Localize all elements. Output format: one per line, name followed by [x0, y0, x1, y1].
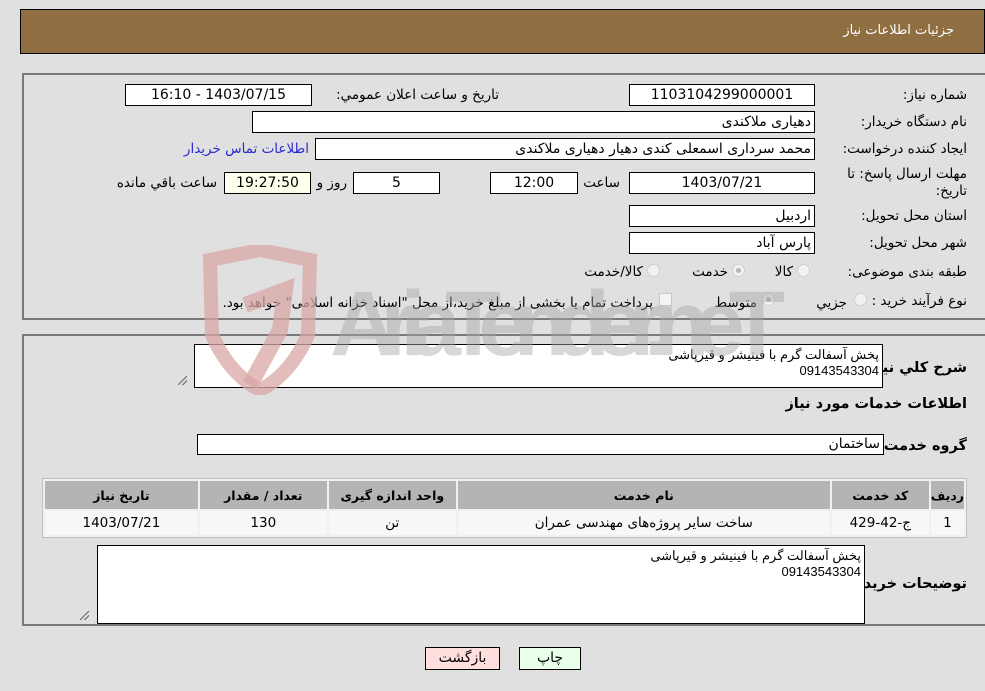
col-service-name: نام خدمت [457, 481, 830, 509]
category-radio-goods-service[interactable] [647, 264, 660, 277]
col-unit: واحد اندازه گیری [328, 481, 456, 509]
category-option-service: خدمت [692, 264, 728, 280]
service-group-field: ساختمان [197, 434, 884, 455]
deadline-time-field: 12:00 [490, 172, 578, 194]
general-desc-textarea[interactable]: پخش آسفالت گرم با فینیشر و قیرپاشی 09143… [194, 344, 883, 388]
buyer-contact-link[interactable]: اطلاعات تماس خریدار [184, 141, 309, 157]
need-number-field: 1103104299000001 [629, 84, 815, 106]
cell-service-name: ساخت سایر پروژه‌های مهندسی عمران [457, 511, 830, 535]
col-need-date: تاریخ نیاز [45, 481, 198, 509]
services-table: ردیف کد خدمت نام خدمت واحد اندازه گیری ت… [42, 478, 967, 538]
category-option-goods-service: کالا/خدمت [584, 264, 643, 280]
col-quantity: تعداد / مقدار [199, 481, 327, 509]
buyer-org-field: دهیاری ملاکندی [252, 111, 815, 133]
cell-need-date: 1403/07/21 [45, 511, 198, 535]
city-field: پارس آباد [629, 232, 815, 254]
purchase-radio-medium[interactable] [762, 293, 775, 306]
cell-row-number: 1 [930, 511, 964, 535]
purchase-option-medium: متوسط [714, 295, 757, 311]
requester-label: ایجاد کننده درخواست: [842, 141, 967, 157]
announce-datetime-label: تاریخ و ساعت اعلان عمومي: [336, 87, 499, 103]
table-header-row: ردیف کد خدمت نام خدمت واحد اندازه گیری ت… [45, 481, 964, 509]
category-radio-service[interactable] [732, 264, 745, 277]
table-row: 1 ج-42-429 ساخت سایر پروژه‌های مهندسی عم… [45, 511, 964, 535]
service-group-label: گروه خدمت: [877, 438, 967, 454]
province-label: استان محل تحویل: [861, 208, 967, 224]
cell-service-code: ج-42-429 [831, 511, 929, 535]
buyer-org-label: نام دستگاه خريدار: [860, 114, 967, 130]
purchase-type-label: نوع فرآیند خرید : [871, 293, 967, 309]
days-label: روز و [316, 175, 347, 191]
deadline-time-label: ساعت [583, 175, 620, 191]
page-title: جزئیات اطلاعات نیاز [843, 23, 954, 38]
category-radio-goods[interactable] [797, 264, 810, 277]
remaining-days-field: 5 [353, 172, 440, 194]
requester-field: محمد سرداری اسمعلی کندی دهیار دهیاری ملا… [315, 138, 815, 160]
services-section-title: اطلاعات خدمات مورد نیاز [785, 396, 967, 412]
treasury-note: پرداخت تمام یا بخشی از مبلغ خرید،از محل … [222, 295, 653, 311]
col-row-number: ردیف [930, 481, 964, 509]
need-info-panel: شماره نیاز: 1103104299000001 تاریخ و ساع… [22, 73, 985, 320]
remaining-time-field: 19:27:50 [224, 172, 311, 194]
remaining-time-label: ساعت باقي مانده [116, 175, 217, 191]
purchase-option-minor: جزيي [816, 295, 847, 311]
need-number-label: شماره نیاز: [902, 87, 967, 103]
print-button[interactable]: چاپ [519, 647, 581, 670]
announce-datetime-field: 1403/07/15 - 16:10 [125, 84, 312, 106]
buyer-notes-textarea[interactable]: پخش آسفالت گرم با فینیشر و قیرپاشی 09143… [97, 545, 865, 624]
province-field: اردبیل [629, 205, 815, 227]
cell-quantity: 130 [199, 511, 327, 535]
resize-handle-icon[interactable] [80, 611, 89, 620]
cell-unit: تن [328, 511, 456, 535]
col-service-code: کد خدمت [831, 481, 929, 509]
city-label: شهر محل تحویل: [869, 235, 967, 251]
deadline-date-field: 1403/07/21 [629, 172, 815, 194]
deadline-label-line2: تاریخ: [935, 183, 967, 199]
services-panel: شرح کلي نياز: پخش آسفالت گرم با فینیشر و… [22, 334, 985, 626]
category-label: طبقه بندی موضوعی: [847, 264, 967, 280]
page-header: جزئیات اطلاعات نیاز [20, 9, 985, 54]
purchase-radio-minor[interactable] [854, 293, 867, 306]
category-option-goods: کالا [774, 264, 793, 280]
deadline-label-line1: مهلت ارسال پاسخ: تا [847, 166, 967, 182]
treasury-checkbox[interactable] [659, 293, 672, 306]
back-button[interactable]: بازگشت [425, 647, 500, 670]
resize-handle-icon[interactable] [178, 376, 187, 385]
